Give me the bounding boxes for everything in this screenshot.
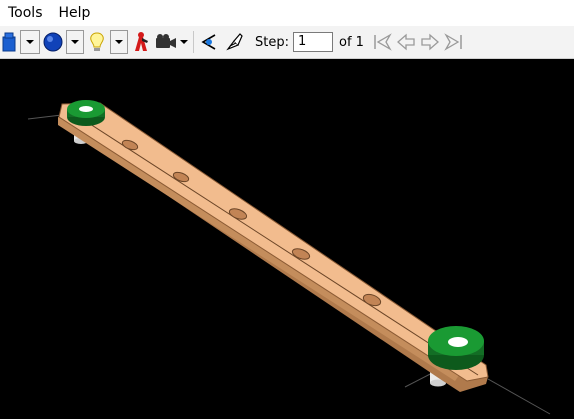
color-brick-icon[interactable] (0, 28, 18, 56)
menu-help[interactable]: Help (51, 0, 99, 26)
light-bulb-icon[interactable] (84, 28, 110, 56)
brush-icon[interactable] (221, 28, 247, 56)
menu-bar: Tools Help (0, 0, 574, 26)
last-step-icon[interactable] (442, 28, 466, 56)
lego-model-render (27, 100, 551, 415)
menu-tools[interactable]: Tools (0, 0, 51, 26)
red-figure-icon[interactable] (128, 28, 154, 56)
dropdown-arrow-icon[interactable] (20, 30, 40, 54)
camera-icon[interactable] (154, 28, 178, 56)
toolbar: Step: 1 of 1 (0, 26, 574, 59)
previous-step-icon[interactable] (394, 28, 418, 56)
green-ring-left (67, 100, 105, 126)
step-total-label: of 1 (338, 34, 364, 50)
3d-viewport[interactable] (0, 59, 574, 419)
toolbar-separator (193, 31, 194, 53)
dropdown-arrow-icon[interactable] (178, 28, 190, 56)
dropdown-arrow-icon[interactable] (110, 30, 128, 54)
step-input[interactable]: 1 (292, 32, 333, 52)
first-step-icon[interactable] (370, 28, 394, 56)
blue-circle-icon[interactable] (40, 28, 66, 56)
view-angle-icon[interactable] (197, 28, 221, 56)
dropdown-arrow-icon[interactable] (66, 30, 84, 54)
green-ring-right (428, 326, 484, 370)
next-step-icon[interactable] (418, 28, 442, 56)
step-label: Step: (255, 34, 289, 50)
